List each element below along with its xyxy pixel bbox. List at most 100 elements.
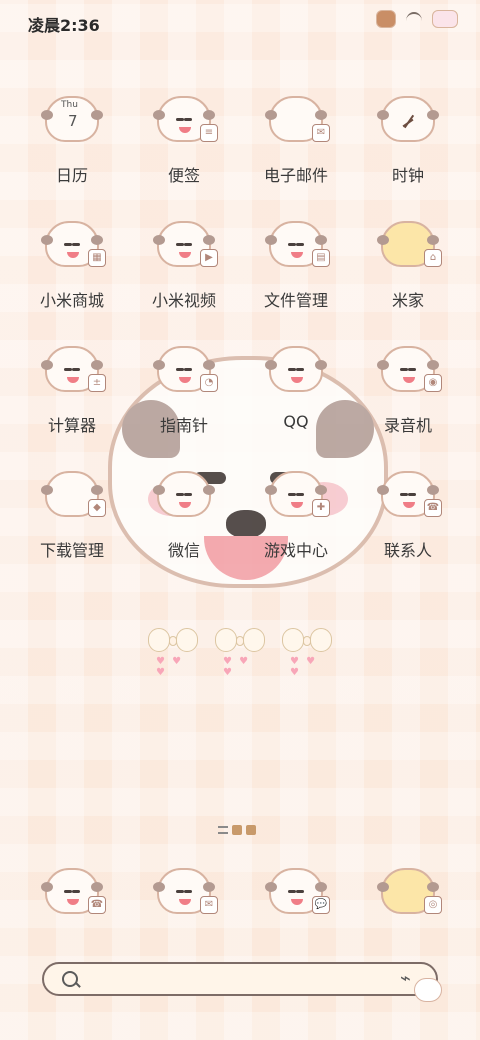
- dock-camera[interactable]: ◎: [358, 868, 458, 938]
- bow-icon: ♥ ♥ ♥: [282, 628, 332, 678]
- status-time: 凌晨2:36: [28, 16, 100, 35]
- calendar-weekday: Thu: [61, 100, 78, 110]
- bow-icon: ♥ ♥ ♥: [148, 628, 198, 678]
- sheep-decoration-icon: [414, 978, 442, 1002]
- app-email[interactable]: ✉ 电子邮件: [246, 96, 346, 196]
- camera-badge-icon: ◎: [424, 896, 442, 914]
- face-mouth: [179, 502, 191, 508]
- face-eye-right: [184, 493, 192, 496]
- status-icons: [376, 10, 458, 28]
- face-eye-left: [288, 890, 296, 893]
- app-calculator[interactable]: ± 计算器: [22, 346, 122, 446]
- message-badge-icon: ✉: [200, 896, 218, 914]
- download-badge-icon: ◆: [88, 499, 106, 517]
- app-label: 小米视频: [151, 291, 216, 310]
- qq-icon: [265, 346, 327, 392]
- app-file-manager[interactable]: ▤ 文件管理: [246, 221, 346, 321]
- app-label: 联系人: [383, 541, 432, 560]
- face-eye-left: [176, 368, 184, 371]
- bow-knot: [303, 636, 311, 646]
- face-eye-left: [176, 243, 184, 246]
- dock-messages[interactable]: ✉: [134, 868, 234, 938]
- bow-knot: [169, 636, 177, 646]
- face-eye-left: [64, 368, 72, 371]
- search-icon[interactable]: [62, 971, 78, 987]
- app-label: 时钟: [391, 166, 424, 185]
- app-qq[interactable]: QQ: [246, 346, 346, 446]
- phone-badge-icon: ☎: [88, 896, 106, 914]
- face-mouth: [403, 377, 415, 383]
- page-indicator[interactable]: [218, 824, 266, 836]
- mail-badge-icon: ✉: [312, 124, 330, 142]
- battery-icon: [432, 10, 458, 28]
- face-mouth: [291, 252, 303, 258]
- app-compass[interactable]: ◔ 指南针: [134, 346, 234, 446]
- face-eye-right: [296, 493, 304, 496]
- face-mouth: [179, 252, 191, 258]
- bow-icon: ♥ ♥ ♥: [215, 628, 265, 678]
- video-badge-icon: ▶: [200, 249, 218, 267]
- app-wechat[interactable]: 微信: [134, 471, 234, 571]
- face-eye-right: [408, 368, 416, 371]
- home-badge-icon: ⌂: [424, 249, 442, 267]
- app-clock[interactable]: 时钟: [358, 96, 458, 196]
- app-download-manager[interactable]: ◆ 下载管理: [22, 471, 122, 571]
- face-eye-left: [288, 243, 296, 246]
- face-eye-left: [64, 890, 72, 893]
- dock: ☎ ✉ 💬 ◎: [0, 868, 480, 938]
- face-mouth: [291, 899, 303, 905]
- app-label: 微信: [167, 541, 200, 560]
- app-contacts[interactable]: ☎ 联系人: [358, 471, 458, 571]
- heart-icons: ♥ ♥ ♥: [223, 656, 251, 678]
- face-eye-right: [184, 118, 192, 121]
- app-label: 文件管理: [263, 291, 328, 310]
- app-label: 电子邮件: [263, 166, 328, 185]
- app-mi-video[interactable]: ▶ 小米视频: [134, 221, 234, 321]
- face-mouth: [179, 127, 191, 133]
- app-game-center[interactable]: ✚ 游戏中心: [246, 471, 346, 571]
- app-label: 日历: [55, 166, 88, 185]
- face-eye-right: [184, 368, 192, 371]
- status-bar: 凌晨2:36: [0, 0, 480, 44]
- contacts-badge-icon: ☎: [424, 499, 442, 517]
- compass-badge-icon: ◔: [200, 374, 218, 392]
- app-calendar[interactable]: Thu 7 日历: [22, 96, 122, 196]
- face-eye-right: [72, 368, 80, 371]
- app-label: 游戏中心: [263, 541, 328, 560]
- face-eye-left: [64, 243, 72, 246]
- search-bar[interactable]: ⌁: [42, 962, 442, 1002]
- face-eye-right: [72, 243, 80, 246]
- face-eye-right: [184, 890, 192, 893]
- cake-icon: [376, 10, 396, 28]
- face-eye-left: [176, 493, 184, 496]
- dock-phone[interactable]: ☎: [22, 868, 122, 938]
- page-dot: [232, 825, 242, 835]
- app-recorder[interactable]: ◉ 录音机: [358, 346, 458, 446]
- app-mi-home[interactable]: ⌂ 米家: [358, 221, 458, 321]
- face-eye-right: [408, 493, 416, 496]
- face-mouth: [67, 377, 79, 383]
- face-eye-right: [72, 890, 80, 893]
- bow-decorations: ♥ ♥ ♥ ♥ ♥ ♥ ♥ ♥ ♥: [148, 628, 332, 678]
- face-mouth: [179, 899, 191, 905]
- bow-loop-right: [243, 628, 265, 652]
- face-eye-left: [288, 368, 296, 371]
- bow-loop-left: [148, 628, 170, 652]
- folder-badge-icon: ▤: [312, 249, 330, 267]
- wechat-icon: [153, 471, 215, 517]
- notes-badge-icon: ≡: [200, 124, 218, 142]
- recorder-badge-icon: ◉: [424, 374, 442, 392]
- page-dot-current: [246, 825, 256, 835]
- dock-chat[interactable]: 💬: [246, 868, 346, 938]
- app-label: 米家: [391, 291, 424, 310]
- face-eye-left: [176, 890, 184, 893]
- app-label: 指南针: [159, 416, 208, 435]
- app-notes[interactable]: ≡ 便签: [134, 96, 234, 196]
- app-mi-store[interactable]: ▦ 小米商城: [22, 221, 122, 321]
- face-eye-right: [296, 368, 304, 371]
- bow-loop-right: [310, 628, 332, 652]
- app-label: 小米商城: [39, 291, 104, 310]
- face-mouth: [291, 377, 303, 383]
- app-label: 便签: [167, 166, 200, 185]
- store-badge-icon: ▦: [88, 249, 106, 267]
